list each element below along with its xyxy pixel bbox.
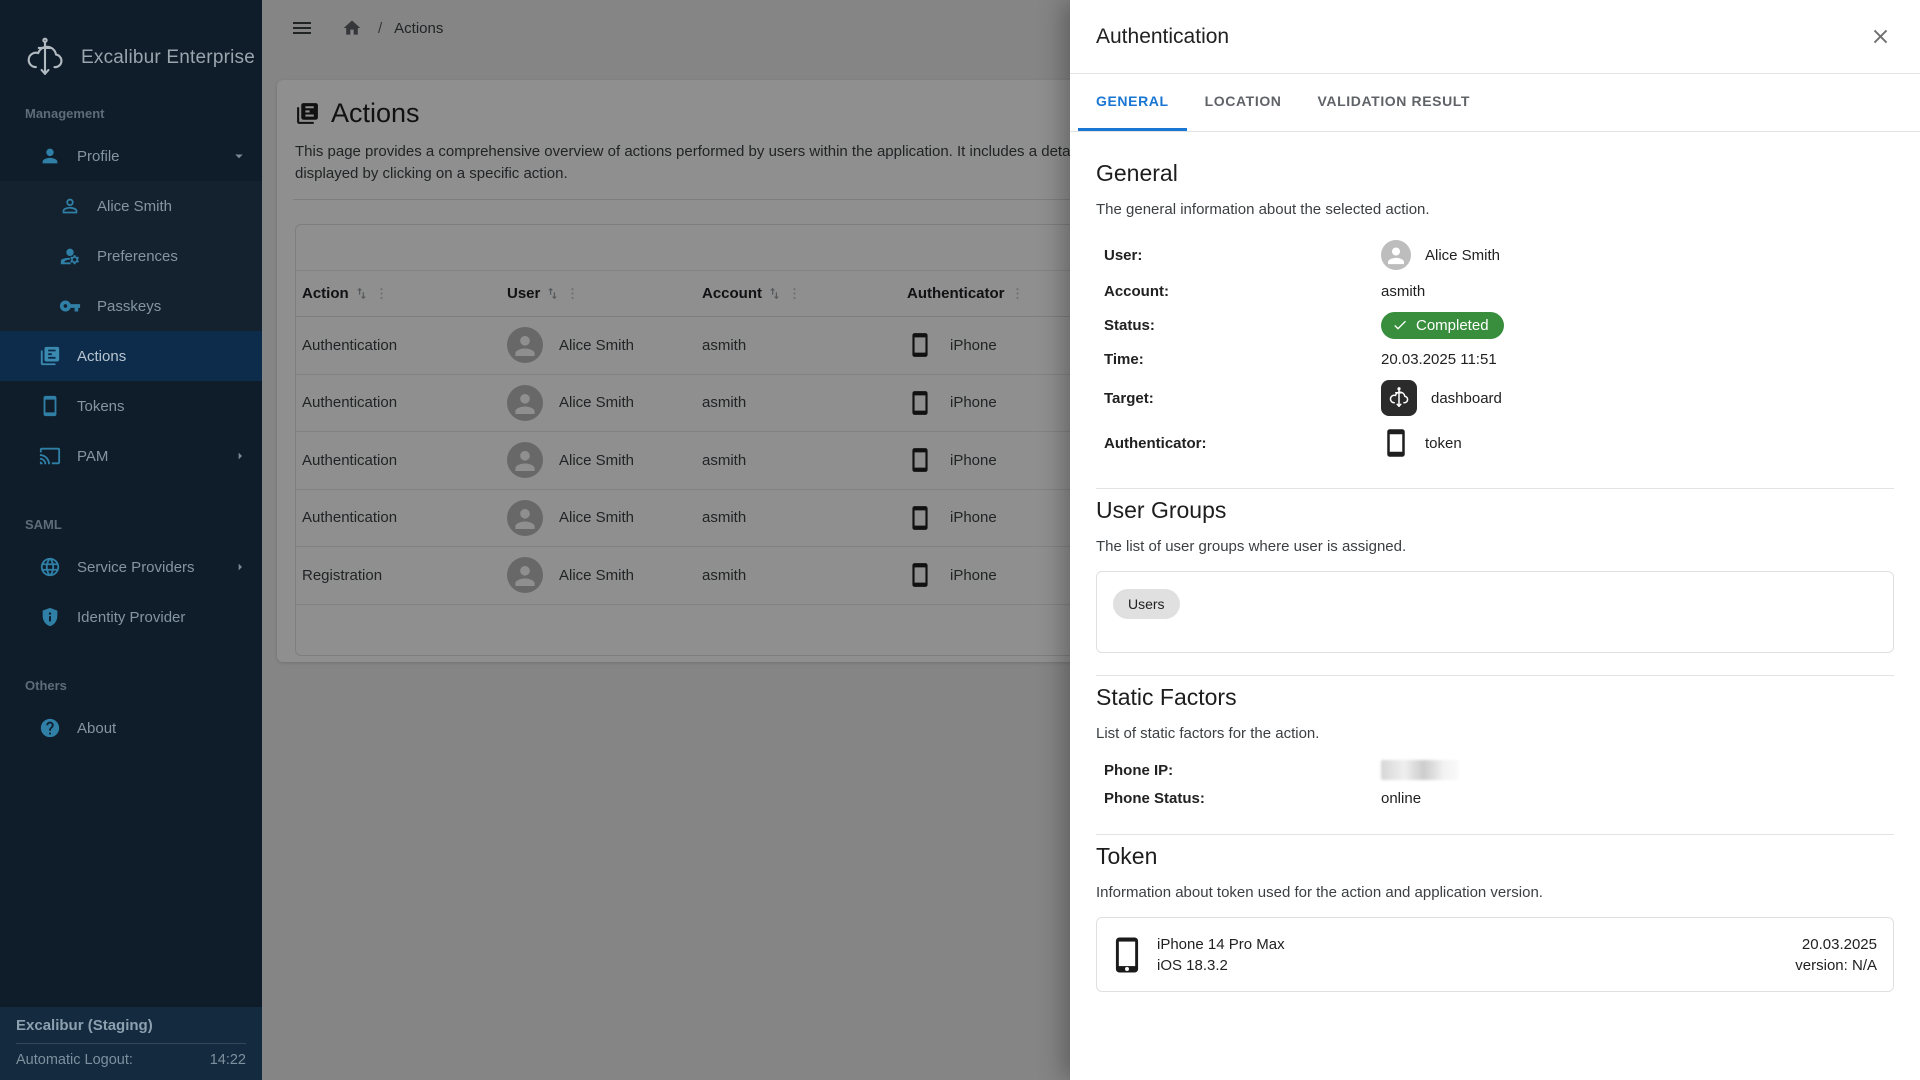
- field-time: Time: 20.03.2025 11:51: [1096, 342, 1894, 376]
- excalibur-logo-icon: [22, 35, 68, 81]
- avatar: [1381, 240, 1411, 270]
- section-heading-static-factors: Static Factors: [1096, 684, 1894, 711]
- person-icon: [38, 144, 62, 168]
- sidebar-item-preferences[interactable]: Preferences: [0, 231, 262, 281]
- sidebar-section-others: Others: [0, 642, 262, 703]
- tab-location[interactable]: LOCATION: [1187, 74, 1300, 131]
- field-authenticator: Authenticator: token: [1096, 420, 1894, 466]
- smartphone-icon: [1381, 428, 1411, 458]
- tab-general[interactable]: GENERAL: [1078, 74, 1187, 131]
- drawer-header: Authentication: [1070, 0, 1920, 74]
- sidebar-section-saml: SAML: [0, 481, 262, 542]
- field-status: Status: Completed: [1096, 308, 1894, 342]
- sidebar-item-label: Tokens: [77, 398, 125, 415]
- section-description-static-factors: List of static factors for the action.: [1096, 725, 1894, 742]
- sidebar-item-label: Passkeys: [97, 298, 161, 315]
- field-phone-ip: Phone IP:: [1096, 756, 1894, 784]
- sidebar-item-label: PAM: [77, 448, 108, 465]
- section-divider: [1096, 834, 1894, 835]
- sidebar-item-label: Alice Smith: [97, 198, 172, 215]
- sidebar-item-label: Identity Provider: [77, 609, 185, 626]
- sidebar: Excalibur Enterprise Management Profile …: [0, 0, 262, 1080]
- app-title: Excalibur Enterprise: [81, 47, 255, 69]
- close-icon: [1869, 25, 1892, 48]
- help-icon: [38, 716, 62, 740]
- token-version: version: N/A: [1795, 957, 1877, 974]
- drawer-title: Authentication: [1096, 25, 1229, 49]
- user-group-chip: Users: [1113, 589, 1180, 619]
- drawer-tabs: GENERAL LOCATION VALIDATION RESULT: [1070, 74, 1920, 132]
- sidebar-footer: Excalibur (Staging) Automatic Logout: 14…: [0, 1007, 262, 1080]
- field-target: Target: dashboard: [1096, 376, 1894, 420]
- detail-drawer: Authentication GENERAL LOCATION VALIDATI…: [1070, 0, 1920, 1080]
- sidebar-section-management: Management: [0, 92, 262, 131]
- field-authenticator-value: token: [1425, 435, 1462, 452]
- globe-icon: [38, 555, 62, 579]
- static-factor-fields: Phone IP: Phone Status: online: [1096, 756, 1894, 812]
- profile-submenu: Alice Smith Preferences Passkeys: [0, 181, 262, 331]
- sidebar-item-alice-smith[interactable]: Alice Smith: [0, 181, 262, 231]
- sidebar-item-identity-provider[interactable]: Identity Provider: [0, 592, 262, 642]
- general-fields: User: Alice Smith Account: asmith Status…: [1096, 236, 1894, 466]
- token-card: iPhone 14 Pro Max iOS 18.3.2 20.03.2025 …: [1096, 917, 1894, 992]
- cast-icon: [38, 444, 62, 468]
- sidebar-item-label: Service Providers: [77, 559, 195, 576]
- section-divider: [1096, 488, 1894, 489]
- smartphone-icon: [38, 394, 62, 418]
- sidebar-item-tokens[interactable]: Tokens: [0, 381, 262, 431]
- sidebar-item-label: Preferences: [97, 248, 178, 265]
- library-books-icon: [38, 344, 62, 368]
- key-icon: [58, 294, 82, 318]
- redacted-phone-ip: [1381, 760, 1459, 780]
- section-description-token: Information about token used for the act…: [1096, 884, 1894, 901]
- field-account-value: asmith: [1381, 283, 1894, 300]
- shield-info-icon: [38, 605, 62, 629]
- section-heading-general: General: [1096, 160, 1894, 187]
- sidebar-item-profile[interactable]: Profile: [0, 131, 262, 181]
- phone-device-icon: [1113, 936, 1141, 974]
- section-description-general: The general information about the select…: [1096, 201, 1894, 218]
- drawer-body: General The general information about th…: [1070, 132, 1920, 992]
- field-phone-status: Phone Status: online: [1096, 784, 1894, 812]
- sidebar-item-service-providers[interactable]: Service Providers: [0, 542, 262, 592]
- auto-logout-timer: 14:22: [210, 1052, 246, 1068]
- token-date: 20.03.2025: [1795, 936, 1877, 953]
- close-drawer-button[interactable]: [1865, 21, 1896, 52]
- check-icon: [1392, 317, 1408, 333]
- manage-accounts-icon: [58, 244, 82, 268]
- chevron-right-icon: [232, 559, 248, 575]
- footer-divider: [16, 1043, 246, 1044]
- status-badge: Completed: [1381, 312, 1504, 339]
- sidebar-item-passkeys[interactable]: Passkeys: [0, 281, 262, 331]
- auto-logout-label: Automatic Logout:: [16, 1052, 133, 1068]
- sidebar-item-label: Profile: [77, 148, 120, 165]
- field-target-value: dashboard: [1431, 390, 1502, 407]
- field-account: Account: asmith: [1096, 274, 1894, 308]
- sidebar-item-about[interactable]: About: [0, 703, 262, 753]
- section-divider: [1096, 675, 1894, 676]
- section-heading-token: Token: [1096, 843, 1894, 870]
- field-user: User: Alice Smith: [1096, 236, 1894, 274]
- sidebar-item-pam[interactable]: PAM: [0, 431, 262, 481]
- app-logo-row: Excalibur Enterprise: [0, 0, 262, 92]
- section-description-user-groups: The list of user groups where user is as…: [1096, 538, 1894, 555]
- section-heading-user-groups: User Groups: [1096, 497, 1894, 524]
- user-groups-box: Users: [1096, 571, 1894, 653]
- environment-label: Excalibur (Staging): [16, 1017, 246, 1034]
- sidebar-item-label: About: [77, 720, 116, 737]
- field-phone-status-value: online: [1381, 790, 1894, 807]
- tab-validation-result[interactable]: VALIDATION RESULT: [1300, 74, 1489, 131]
- token-device-os: iOS 18.3.2: [1157, 957, 1285, 974]
- field-user-value: Alice Smith: [1425, 247, 1500, 264]
- sidebar-item-label: Actions: [77, 348, 126, 365]
- chevron-right-icon: [232, 448, 248, 464]
- field-time-value: 20.03.2025 11:51: [1381, 351, 1894, 368]
- chevron-down-icon: [230, 147, 248, 165]
- token-device-name: iPhone 14 Pro Max: [1157, 936, 1285, 953]
- sidebar-item-actions[interactable]: Actions: [0, 331, 262, 381]
- target-app-icon: [1381, 380, 1417, 416]
- person-outline-icon: [58, 194, 82, 218]
